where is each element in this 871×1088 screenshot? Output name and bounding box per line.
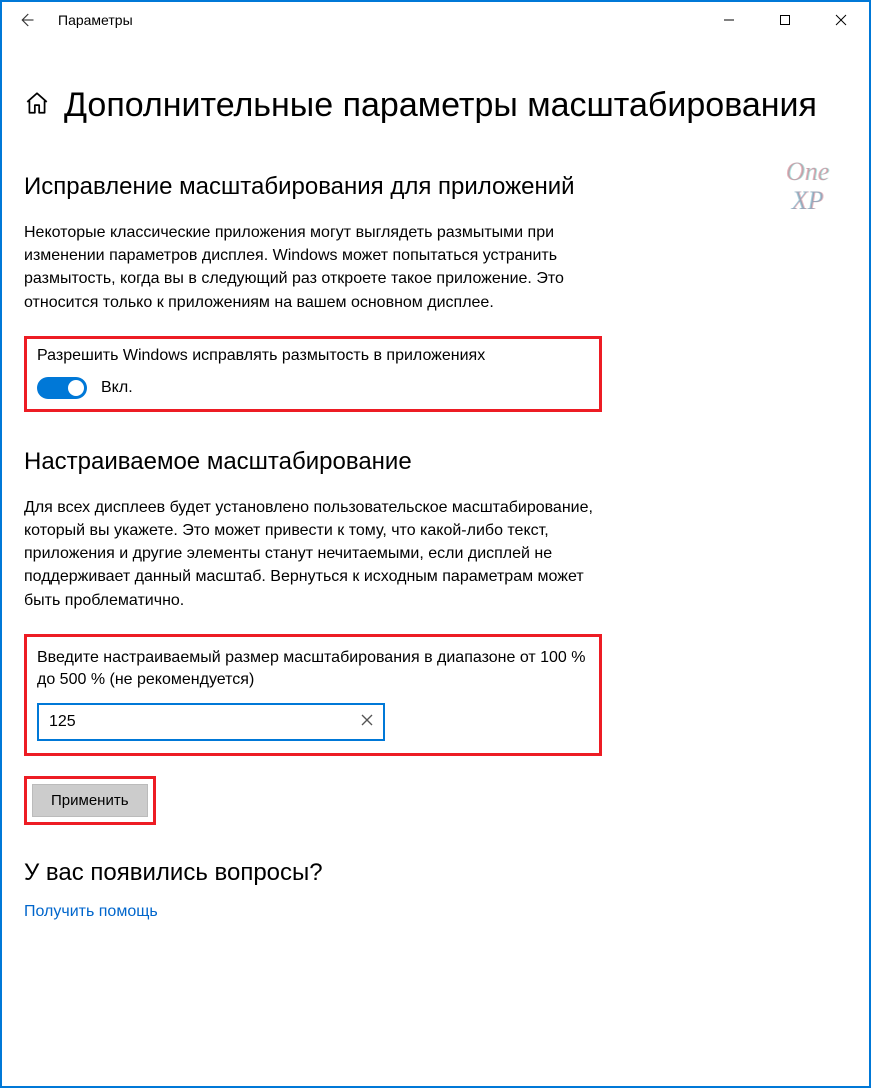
toggle-row: Вкл. xyxy=(37,377,589,399)
help-heading: У вас появились вопросы? xyxy=(24,859,604,887)
x-icon xyxy=(361,714,373,726)
content-area: One XP Дополнительные параметры масштаби… xyxy=(2,38,869,1086)
titlebar: Параметры xyxy=(2,2,869,38)
page-title: Дополнительные параметры масштабирования xyxy=(64,86,817,125)
section-help: У вас появились вопросы? Получить помощь xyxy=(24,859,604,921)
fix-blurry-toggle[interactable] xyxy=(37,377,87,399)
section-heading-fix: Исправление масштабирования для приложен… xyxy=(24,173,604,201)
scale-input[interactable] xyxy=(49,713,309,731)
minimize-icon xyxy=(723,14,735,26)
scale-input-wrapper xyxy=(37,703,385,741)
section-heading-custom: Настраиваемое масштабирование xyxy=(24,448,604,476)
highlight-apply-box: Применить xyxy=(24,776,156,825)
back-button[interactable] xyxy=(2,2,50,38)
minimize-button[interactable] xyxy=(701,2,757,38)
window-controls xyxy=(701,2,869,38)
arrow-left-icon xyxy=(17,11,35,29)
custom-scaling-description: Для всех дисплеев будет установлено поль… xyxy=(24,496,604,612)
close-icon xyxy=(835,14,847,26)
toggle-knob xyxy=(68,380,84,396)
maximize-button[interactable] xyxy=(757,2,813,38)
scale-input-label: Введите настраиваемый размер масштабиров… xyxy=(37,647,589,692)
apply-button[interactable]: Применить xyxy=(32,784,148,817)
section-fix-scaling: Исправление масштабирования для приложен… xyxy=(24,173,604,314)
clear-input-button[interactable] xyxy=(361,713,373,731)
section-custom-scaling: Настраиваемое масштабирование Для всех д… xyxy=(24,448,604,612)
highlight-toggle-box: Разрешить Windows исправлять размытость … xyxy=(24,336,602,412)
highlight-input-box: Введите настраиваемый размер масштабиров… xyxy=(24,634,602,757)
fix-scaling-description: Некоторые классические приложения могут … xyxy=(24,221,604,314)
toggle-state-label: Вкл. xyxy=(101,379,133,397)
toggle-label: Разрешить Windows исправлять размытость … xyxy=(37,347,589,365)
window-title: Параметры xyxy=(58,12,133,28)
maximize-icon xyxy=(779,14,791,26)
watermark: One XP xyxy=(786,158,829,215)
home-icon[interactable] xyxy=(24,90,50,121)
page-header: Дополнительные параметры масштабирования xyxy=(24,86,847,125)
get-help-link[interactable]: Получить помощь xyxy=(24,903,158,920)
close-button[interactable] xyxy=(813,2,869,38)
settings-window: Параметры One XP Дополнительные параметр… xyxy=(0,0,871,1088)
